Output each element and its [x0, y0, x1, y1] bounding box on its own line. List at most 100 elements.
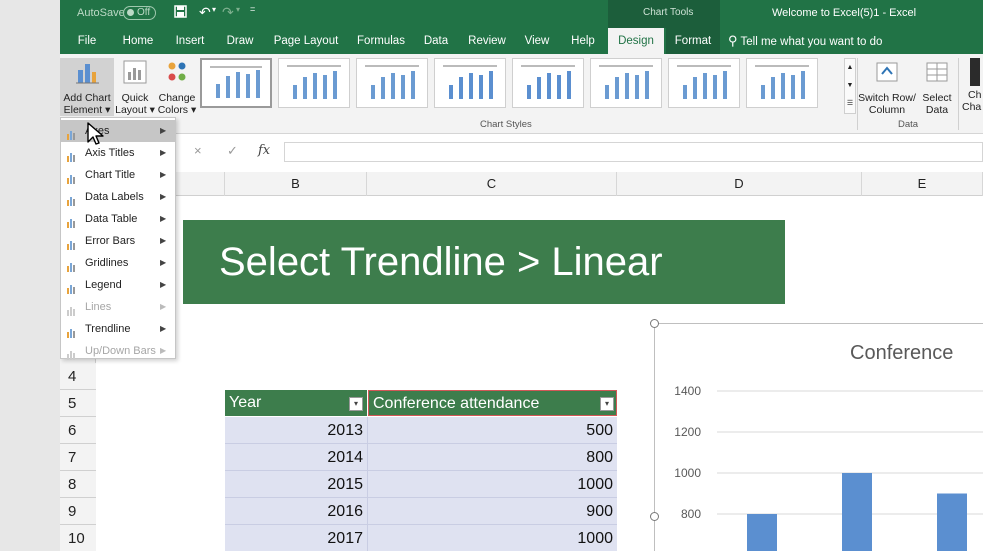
- row-header[interactable]: 8: [60, 471, 96, 498]
- row-header[interactable]: 7: [60, 444, 96, 471]
- save-icon[interactable]: [174, 5, 187, 21]
- switch-row-column-button[interactable]: Switch Row/ Column: [858, 58, 916, 116]
- undo-dropdown-icon[interactable]: ▾: [212, 5, 216, 14]
- menu-item-label: Up/Down Bars: [85, 345, 156, 357]
- insert-function-icon[interactable]: fx: [258, 143, 270, 158]
- gallery-down-icon[interactable]: ▼: [845, 77, 855, 95]
- chart-style-6[interactable]: [590, 58, 662, 108]
- tab-design[interactable]: Design: [608, 28, 664, 54]
- tab-insert[interactable]: Insert: [170, 28, 210, 54]
- chart-style-title-line: [521, 65, 575, 67]
- tell-me-search[interactable]: ⚲ Tell me what you want to do: [728, 28, 928, 54]
- table-cell-attendance[interactable]: 800: [367, 444, 617, 471]
- chart-area[interactable]: Conference 1400 1200 1000 800: [650, 319, 983, 551]
- table-header-attendance[interactable]: Conference attendance ▾: [368, 390, 617, 416]
- tab-home[interactable]: Home: [118, 28, 158, 54]
- chart-style-7[interactable]: [668, 58, 740, 108]
- column-header-d[interactable]: D: [617, 172, 862, 196]
- column-headers: B C D E: [60, 172, 983, 196]
- add-chart-element-button[interactable]: Add Chart Element ▾: [60, 58, 114, 116]
- tab-help[interactable]: Help: [564, 28, 602, 54]
- select-data-button[interactable]: Select Data: [918, 58, 956, 116]
- chart-style-2[interactable]: [278, 58, 350, 108]
- table-header-year[interactable]: Year ▾: [225, 390, 367, 416]
- undo-icon[interactable]: ↶: [199, 4, 211, 21]
- table-cell-year[interactable]: 2017: [225, 525, 367, 551]
- row-header[interactable]: 10: [60, 525, 96, 551]
- chart-style-title-line: [287, 65, 341, 67]
- tab-page-layout[interactable]: Page Layout: [270, 28, 342, 54]
- group-separator: [958, 58, 959, 130]
- tab-formulas[interactable]: Formulas: [352, 28, 410, 54]
- tab-review[interactable]: Review: [464, 28, 510, 54]
- menu-item-error-bars[interactable]: Error Bars ▶: [61, 230, 175, 252]
- filter-dropdown-icon[interactable]: ▾: [349, 397, 363, 411]
- table-cell-attendance[interactable]: 500: [367, 417, 617, 444]
- chart-style-bar: [791, 75, 795, 99]
- chart-style-bar: [761, 85, 765, 99]
- chart-style-bar: [635, 75, 639, 99]
- tab-file[interactable]: File: [70, 28, 104, 54]
- row-header[interactable]: 9: [60, 498, 96, 525]
- chart-style-5[interactable]: [512, 58, 584, 108]
- menu-item-legend[interactable]: Legend ▶: [61, 274, 175, 296]
- gallery-more-icon[interactable]: ☰: [845, 95, 855, 113]
- redo-icon[interactable]: ↷: [222, 4, 234, 21]
- submenu-arrow-icon: ▶: [160, 192, 167, 201]
- table-cell-attendance[interactable]: 900: [367, 498, 617, 525]
- filter-dropdown-icon[interactable]: ▾: [600, 397, 614, 411]
- tab-format[interactable]: Format: [666, 28, 720, 54]
- menu-item-data-labels[interactable]: Data Labels ▶: [61, 186, 175, 208]
- chart-style-bar: [236, 72, 240, 98]
- chart-style-4[interactable]: [434, 58, 506, 108]
- table-cell-year[interactable]: 2016: [225, 498, 367, 525]
- lightbulb-search-icon: ⚲: [728, 33, 738, 48]
- tab-data[interactable]: Data: [420, 28, 452, 54]
- menu-item-gridlines[interactable]: Gridlines ▶: [61, 252, 175, 274]
- tab-draw[interactable]: Draw: [222, 28, 258, 54]
- axis-titles-icon: [66, 148, 78, 162]
- menu-item-axes[interactable]: Axes▶: [61, 120, 175, 142]
- table-cell-attendance[interactable]: 1000: [367, 525, 617, 551]
- menu-item-data-table[interactable]: Data Table ▶: [61, 208, 175, 230]
- legend-icon: [66, 280, 78, 294]
- menu-item-axis-titles[interactable]: Axis Titles ▶: [61, 142, 175, 164]
- quick-layout-button[interactable]: Quick Layout ▾: [114, 58, 156, 116]
- row-header[interactable]: 4: [60, 363, 96, 390]
- chart-style-1[interactable]: [200, 58, 272, 108]
- table-cell-year[interactable]: 2015: [225, 471, 367, 498]
- chart-bar[interactable]: [937, 493, 967, 551]
- table-cell-year[interactable]: 2014: [225, 444, 367, 471]
- chart-style-8[interactable]: [746, 58, 818, 108]
- title-bar: AutoSave Off ↶ ▾ ↷ ▾ = Chart Tools Welco…: [60, 0, 983, 28]
- row-header[interactable]: 6: [60, 417, 96, 444]
- chart-style-bar: [256, 70, 260, 98]
- tab-view[interactable]: View: [520, 28, 554, 54]
- change-colors-button[interactable]: Change Colors ▾: [156, 58, 198, 116]
- redo-dropdown-icon[interactable]: ▾: [236, 5, 240, 14]
- menu-item-trendline[interactable]: Trendline ▶: [61, 318, 175, 340]
- column-header-b[interactable]: B: [225, 172, 367, 196]
- chart-bar[interactable]: [747, 514, 777, 551]
- formula-input[interactable]: [284, 142, 983, 162]
- menu-item-chart-title[interactable]: Chart Title ▶: [61, 164, 175, 186]
- menu-item-label: Chart Title: [85, 169, 136, 181]
- row-header[interactable]: 5: [60, 390, 96, 417]
- mouse-cursor-icon: [87, 122, 104, 145]
- enter-icon[interactable]: ✓: [227, 143, 238, 159]
- chart-style-3[interactable]: [356, 58, 428, 108]
- palette-icon: [168, 62, 186, 81]
- table-cell-attendance[interactable]: 1000: [367, 471, 617, 498]
- column-header-c[interactable]: C: [367, 172, 617, 196]
- chart-bar[interactable]: [842, 473, 872, 551]
- autosave-toggle[interactable]: Off: [123, 6, 157, 20]
- cancel-icon[interactable]: ×: [194, 143, 202, 158]
- gallery-up-icon[interactable]: ▲: [845, 59, 855, 77]
- customize-qat-icon[interactable]: =: [250, 4, 255, 14]
- chart-style-bar: [557, 75, 561, 99]
- table-cell-year[interactable]: 2013: [225, 417, 367, 444]
- submenu-arrow-icon: ▶: [160, 346, 167, 355]
- gallery-scroll[interactable]: ▲ ▼ ☰: [844, 58, 856, 114]
- column-header-e[interactable]: E: [862, 172, 983, 196]
- change-chart-type-button[interactable]: Ch Cha: [962, 58, 983, 116]
